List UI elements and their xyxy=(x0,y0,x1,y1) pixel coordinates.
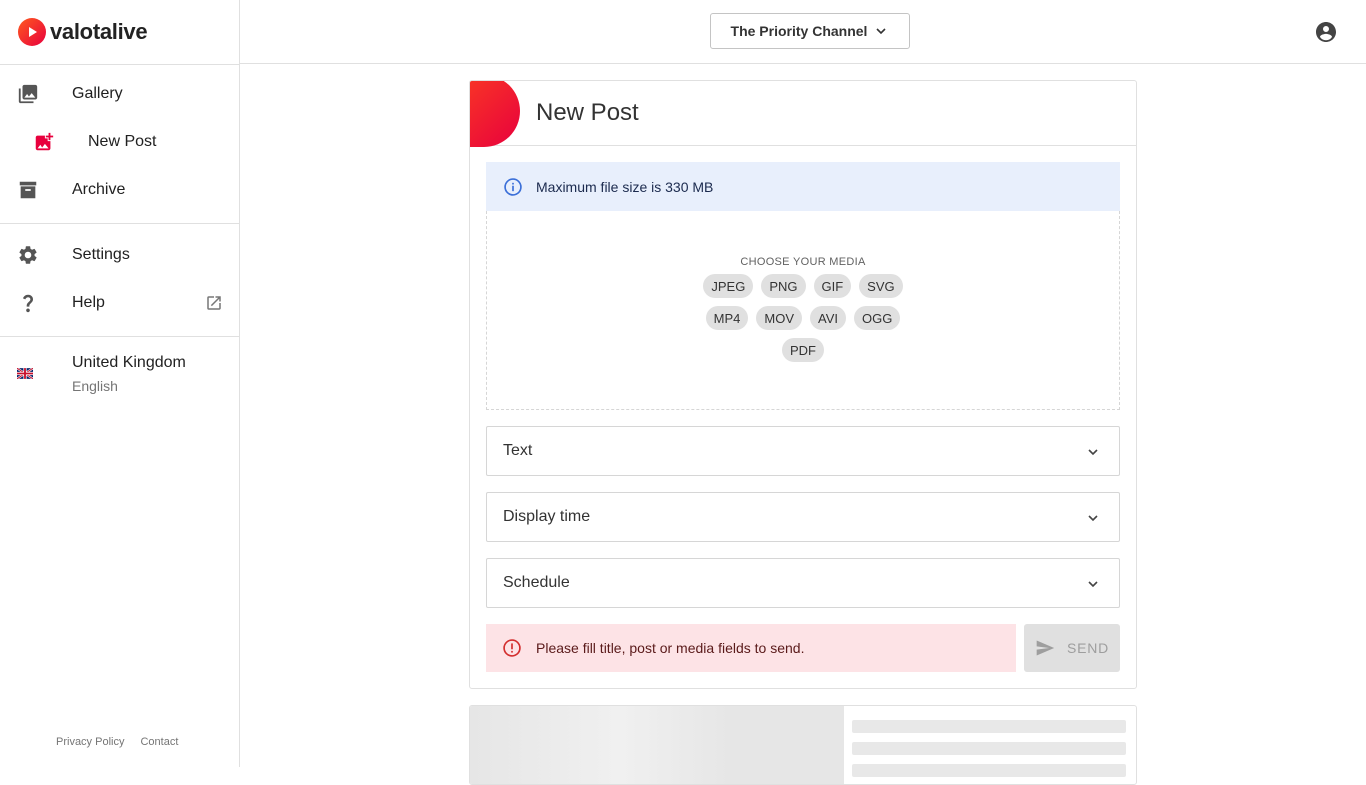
info-text: Maximum file size is 330 MB xyxy=(536,178,714,195)
sidebar-item-label: New Post xyxy=(88,133,157,150)
top-bar: The Priority Channel xyxy=(240,0,1366,64)
play-logo-icon xyxy=(18,18,46,46)
sidebar-item-gallery[interactable]: Gallery xyxy=(0,72,239,116)
language-name: English xyxy=(72,378,118,394)
open-in-new-icon xyxy=(205,294,223,312)
accordion-label: Display time xyxy=(503,508,591,525)
format-chip-row: PDF xyxy=(487,338,1119,362)
language-country: United Kingdom xyxy=(72,354,186,371)
accordion-label: Schedule xyxy=(503,574,570,591)
gear-icon xyxy=(17,244,39,266)
display-time-accordion[interactable]: Display time xyxy=(486,492,1120,542)
chevron-down-icon xyxy=(1088,581,1098,588)
skeleton-line xyxy=(852,742,1126,755)
channel-name: The Priority Channel xyxy=(730,23,868,39)
sidebar: valotalive Gallery New Post Archive Sett… xyxy=(0,0,240,767)
language-selector[interactable]: United Kingdom English xyxy=(0,350,239,400)
format-chip: JPEG xyxy=(703,274,754,298)
media-dropzone[interactable]: CHOOSE YOUR MEDIA JPEG PNG GIF SVG MP4 M… xyxy=(486,211,1120,410)
sidebar-divider xyxy=(0,336,239,337)
format-chip: MOV xyxy=(756,306,802,330)
card-header: New Post xyxy=(470,81,1136,147)
valotalive-logo[interactable]: valotalive xyxy=(18,17,148,47)
send-button[interactable]: SEND xyxy=(1024,624,1120,672)
validation-error-banner: Please fill title, post or media fields … xyxy=(486,624,1016,672)
format-chip-row: JPEG PNG GIF SVG xyxy=(487,274,1119,298)
sidebar-item-help[interactable]: Help xyxy=(0,281,239,325)
channel-select[interactable]: The Priority Channel xyxy=(710,13,910,49)
sidebar-item-settings[interactable]: Settings xyxy=(0,233,239,277)
sidebar-item-label: Help xyxy=(72,294,105,311)
format-chip: SVG xyxy=(859,274,903,298)
sidebar-item-label: Archive xyxy=(72,181,126,198)
logo-text: valotalive xyxy=(50,19,148,44)
format-chip: PNG xyxy=(761,274,806,298)
archive-icon xyxy=(17,179,39,201)
format-chip: AVI xyxy=(810,306,846,330)
sidebar-item-label: Gallery xyxy=(72,85,123,102)
privacy-policy-link[interactable]: Privacy Policy xyxy=(56,736,124,748)
skeleton-line xyxy=(852,764,1126,777)
format-chip: PDF xyxy=(782,338,824,362)
footer-links: Privacy Policy Contact xyxy=(56,736,178,748)
send-label: SEND xyxy=(1066,640,1110,656)
send-icon xyxy=(1036,640,1055,656)
account-icon[interactable] xyxy=(1314,20,1338,44)
sidebar-item-new-post[interactable]: New Post xyxy=(0,120,239,164)
chevron-down-icon xyxy=(1088,515,1098,522)
chevron-down-icon xyxy=(876,28,887,35)
info-icon xyxy=(503,177,523,202)
sidebar-divider xyxy=(0,223,239,224)
help-icon xyxy=(17,292,39,314)
card-accent-shape xyxy=(470,81,520,147)
file-size-info-banner: Maximum file size is 330 MB xyxy=(486,162,1120,211)
text-section-accordion[interactable]: Text xyxy=(486,426,1120,476)
add-photo-icon xyxy=(33,131,55,153)
sidebar-item-archive[interactable]: Archive xyxy=(0,168,239,212)
error-icon xyxy=(502,638,522,663)
new-post-card: New Post Maximum file size is 330 MB CHO… xyxy=(469,80,1137,689)
skeleton-media xyxy=(470,706,844,784)
uk-flag-icon xyxy=(16,366,34,380)
schedule-accordion[interactable]: Schedule xyxy=(486,558,1120,608)
dropzone-label: CHOOSE YOUR MEDIA xyxy=(740,256,866,268)
chevron-down-icon xyxy=(1088,449,1098,456)
loading-post-skeleton xyxy=(469,705,1137,785)
skeleton-line xyxy=(852,720,1126,733)
gallery-icon xyxy=(17,83,39,105)
format-chip: MP4 xyxy=(705,306,749,330)
accordion-label: Text xyxy=(503,442,533,459)
format-chip: GIF xyxy=(813,274,852,298)
sidebar-item-label: Settings xyxy=(72,246,130,263)
contact-link[interactable]: Contact xyxy=(140,736,178,748)
error-text: Please fill title, post or media fields … xyxy=(536,640,805,656)
sidebar-divider xyxy=(0,64,240,65)
format-chip-row: MP4 MOV AVI OGG xyxy=(487,306,1119,330)
page-title: New Post xyxy=(536,99,639,126)
format-chip: OGG xyxy=(854,306,901,330)
